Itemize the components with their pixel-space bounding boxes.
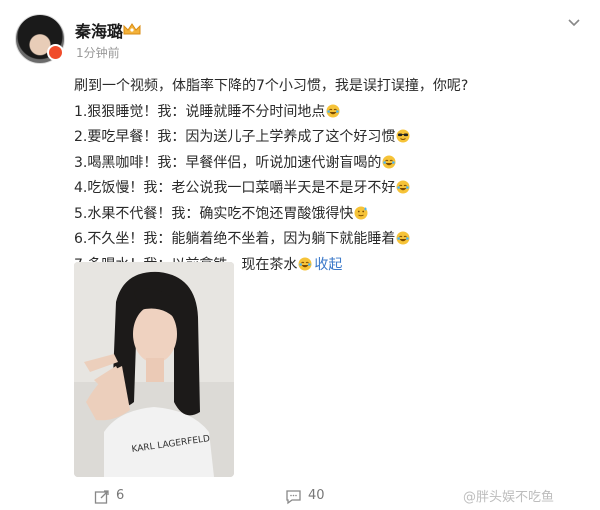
laugh-cry-emoji-icon (326, 104, 340, 117)
laugh-cry-emoji-icon (396, 231, 410, 245)
awkward-smile-emoji-icon (354, 206, 368, 219)
laugh-cry-emoji-icon (382, 155, 396, 168)
post-line: 2.要吃早餐！我：因为送儿子上学养成了这个好习惯 (74, 125, 594, 151)
post-line: 1.狠狠睡觉！我：说睡就睡不分时间地点 (74, 100, 594, 126)
chevron-down-icon[interactable] (566, 14, 582, 30)
post-line: 6.不久坐！我：能躺着绝不坐着，因为躺下就能睡着 (74, 227, 594, 253)
laugh-cry-emoji-icon (298, 257, 312, 270)
post-photo[interactable]: KARL LAGERFELD (74, 262, 234, 477)
post-line: 4.吃饭慢！我：老公说我一口菜嚼半天是不是牙不好 (74, 176, 594, 202)
post-line: 刷到一个视频，体脂率下降的7个小习惯，我是误打误撞，你呢? (74, 78, 469, 94)
portrait-illustration: KARL LAGERFELD (74, 262, 234, 477)
comment-count: 40 (308, 488, 325, 503)
post-line: 3.喝黑咖啡！我：早餐伴侣，听说加速代谢盲喝的 (74, 151, 594, 177)
collapse-link[interactable]: 收起 (314, 257, 342, 273)
crown-badge-icon (123, 23, 141, 35)
post-text: 刷到一个视频，体脂率下降的7个小习惯，我是误打误撞，你呢? 1.狠狠睡觉！我：说… (74, 74, 594, 278)
comment-icon[interactable] (285, 489, 302, 505)
post-line: 5.水果不代餐！我：确实吃不饱还胃酸饿得快 (74, 202, 594, 228)
repost-count: 6 (116, 488, 125, 503)
username[interactable]: 秦海璐 (75, 18, 123, 42)
laugh-cry-emoji-icon (396, 180, 410, 194)
avatar-verified-dot (47, 44, 64, 61)
sunglasses-emoji-icon (396, 129, 410, 143)
timestamp: 1分钟前 (76, 46, 120, 60)
watermark: @胖头娱不吃鱼 (463, 490, 555, 505)
